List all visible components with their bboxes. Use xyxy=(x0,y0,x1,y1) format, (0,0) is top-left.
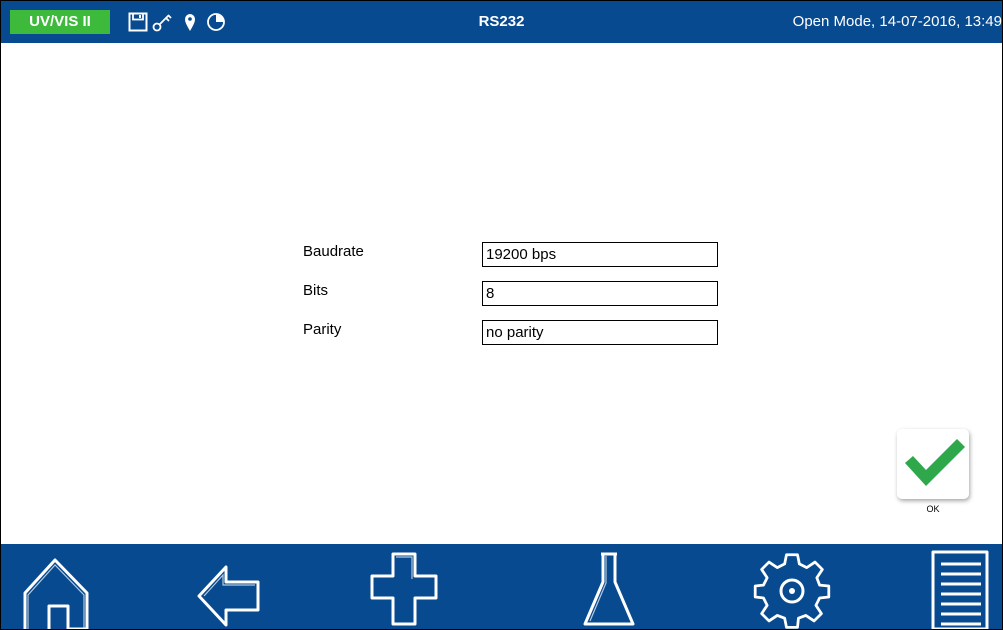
back-arrow-icon xyxy=(197,565,260,627)
flask-icon xyxy=(583,552,635,626)
settings-button[interactable] xyxy=(752,544,832,629)
bits-field[interactable]: 8 xyxy=(482,281,718,306)
ok-label: OK xyxy=(926,504,940,514)
baudrate-label: Baudrate xyxy=(303,243,364,260)
bottom-nav xyxy=(1,544,1002,629)
timer-pie-icon[interactable] xyxy=(206,12,226,37)
home-icon xyxy=(23,558,89,629)
bits-label: Bits xyxy=(303,282,329,299)
plus-icon xyxy=(370,552,438,626)
app-window: UV/VIS II RS232 Open Mode, 14-07-2016, 1… xyxy=(0,0,1003,630)
key-icon[interactable] xyxy=(152,12,174,37)
status-datetime: Open Mode, 14-07-2016, 13:49 xyxy=(792,13,1002,30)
checkmark-icon xyxy=(905,439,965,486)
ok-button[interactable] xyxy=(897,429,969,499)
top-bar: UV/VIS II RS232 Open Mode, 14-07-2016, 1… xyxy=(1,1,1002,43)
baudrate-field[interactable]: 19200 bps xyxy=(482,242,718,267)
app-badge: UV/VIS II xyxy=(10,10,110,34)
parity-field[interactable]: no parity xyxy=(482,320,718,345)
save-icon[interactable] xyxy=(128,12,148,37)
parity-label: Parity xyxy=(303,321,342,338)
add-button[interactable] xyxy=(369,544,439,629)
home-button[interactable] xyxy=(21,544,93,629)
flask-button[interactable] xyxy=(579,544,639,629)
menu-button[interactable] xyxy=(929,544,991,629)
back-button[interactable] xyxy=(196,544,266,629)
location-pin-icon[interactable] xyxy=(183,12,197,37)
gear-icon xyxy=(753,553,831,629)
list-menu-icon xyxy=(931,550,989,629)
